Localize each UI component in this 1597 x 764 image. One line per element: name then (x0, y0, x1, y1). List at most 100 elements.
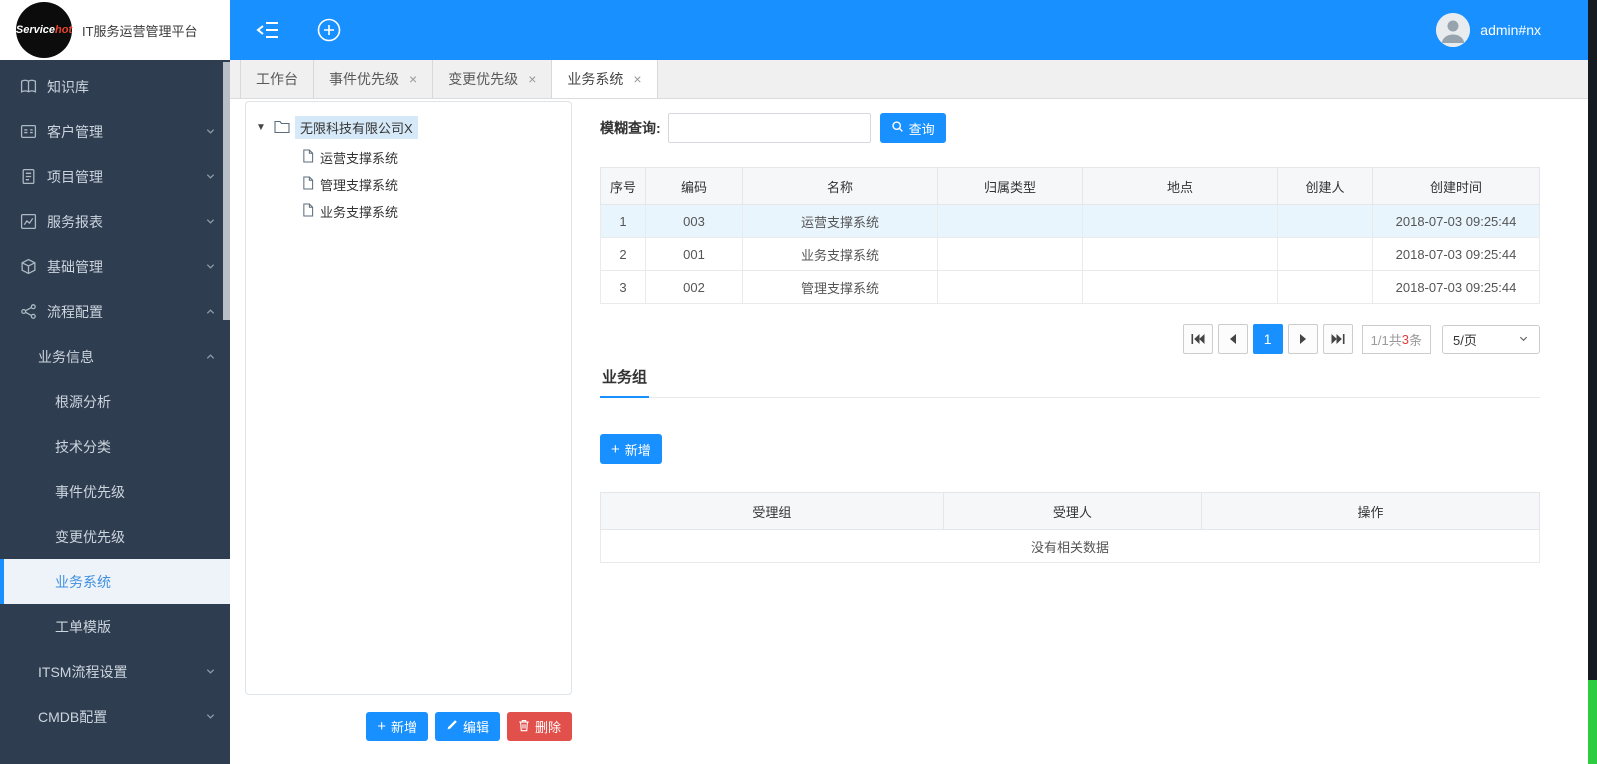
sidebar-item-label: 服务报表 (47, 212, 205, 232)
tree-root-node[interactable]: ▼ 无限科技有限公司X (256, 116, 561, 139)
plus-circle-icon[interactable] (316, 17, 342, 43)
column-header: 操作 (1201, 493, 1539, 530)
button-label: 新增 (391, 717, 417, 736)
cell: 2018-07-03 09:25:44 (1373, 205, 1540, 238)
section-title: 业务组 (600, 366, 649, 398)
sidebar-item-tech-category[interactable]: 技术分类 (0, 424, 230, 469)
scrollbar-thumb[interactable] (1588, 680, 1597, 764)
sidebar-item-knowledge-base[interactable]: 知识库 (0, 64, 230, 109)
cell: 2 (601, 238, 646, 271)
table-row[interactable]: 1 003 运营支撑系统 2018-07-03 09:25:44 (601, 205, 1540, 238)
sidebar-item-process-config[interactable]: 流程配置 (0, 289, 230, 334)
tree-column: ▼ 无限科技有限公司X 运营支撑系统 管理支撑系统 (230, 99, 587, 764)
sidebar-item-label: 工单模版 (55, 617, 216, 637)
sidebar-item-basic-management[interactable]: 基础管理 (0, 244, 230, 289)
tab-bar: 工作台 事件优先级 × 变更优先级 × 业务系统 × (230, 60, 1597, 99)
sidebar-item-change-priority[interactable]: 变更优先级 (0, 514, 230, 559)
cell: 2018-07-03 09:25:44 (1373, 271, 1540, 304)
main-area: admin#nx 工作台 事件优先级 × 变更优先级 × 业务系统 × (230, 0, 1597, 764)
chevron-down-icon (205, 261, 216, 272)
cell (938, 238, 1083, 271)
tab-incident-priority[interactable]: 事件优先级 × (314, 60, 433, 98)
sidebar-item-incident-priority[interactable]: 事件优先级 (0, 469, 230, 514)
tree-delete-button[interactable]: 删除 (507, 712, 572, 741)
button-label: 新增 (625, 440, 651, 459)
column-header: 受理组 (601, 493, 944, 530)
tab-close-icon[interactable]: × (528, 72, 536, 86)
sidebar-item-business-info[interactable]: 业务信息 (0, 334, 230, 379)
sidebar-item-service-report[interactable]: 服务报表 (0, 199, 230, 244)
sidebar-item-itsm-process[interactable]: ITSM流程设置 (0, 649, 230, 694)
chart-icon (20, 213, 37, 230)
caret-down-icon[interactable]: ▼ (256, 122, 269, 133)
sidebar-item-label: 根源分析 (55, 392, 216, 412)
tab-change-priority[interactable]: 变更优先级 × (433, 60, 552, 98)
sidebar-scrollbar[interactable] (223, 62, 230, 320)
project-icon (20, 168, 37, 185)
book-icon (20, 78, 37, 95)
tree-node-label: 业务支撑系统 (320, 202, 398, 221)
business-system-table: 序号 编码 名称 归属类型 地点 创建人 创建时间 1 003 (600, 167, 1540, 304)
tree-actions: + 新增 编辑 删除 (245, 712, 572, 741)
page-scrollbar[interactable] (1588, 0, 1597, 764)
sidebar-item-ticket-template[interactable]: 工单模版 (0, 604, 230, 649)
prev-page-button[interactable] (1218, 324, 1248, 354)
cell: 002 (646, 271, 743, 304)
tab-workbench[interactable]: 工作台 (240, 60, 314, 98)
sidebar-item-label: 基础管理 (47, 257, 205, 277)
next-page-button[interactable] (1288, 324, 1318, 354)
user-area: admin#nx (1436, 13, 1571, 47)
menu-collapse-icon[interactable] (256, 19, 280, 41)
table-row[interactable]: 2 001 业务支撑系统 2018-07-03 09:25:44 (601, 238, 1540, 271)
pagination-info-suffix: 条 (1409, 330, 1422, 349)
pagination-info-prefix: 1/1共 (1371, 330, 1402, 349)
fuzzy-search-input[interactable] (668, 113, 871, 143)
tab-business-system[interactable]: 业务系统 × (552, 60, 657, 98)
table-header-row: 受理组 受理人 操作 (601, 493, 1540, 530)
column-header: 创建时间 (1373, 168, 1540, 205)
table-row[interactable]: 3 002 管理支撑系统 2018-07-03 09:25:44 (601, 271, 1540, 304)
folder-icon (274, 119, 290, 136)
group-add-button[interactable]: + 新增 (600, 434, 662, 464)
tree-node[interactable]: 管理支撑系统 (302, 171, 561, 198)
trash-icon (518, 719, 530, 735)
sidebar-item-project-management[interactable]: 项目管理 (0, 154, 230, 199)
column-header: 创建人 (1278, 168, 1373, 205)
file-icon (302, 176, 314, 193)
tab-label: 业务系统 (567, 69, 623, 89)
search-row: 模糊查询: 查询 (600, 113, 1540, 143)
sidebar-item-label: 变更优先级 (55, 527, 216, 547)
tab-close-icon[interactable]: × (633, 72, 641, 86)
tree-node-label: 管理支撑系统 (320, 175, 398, 194)
cell: 003 (646, 205, 743, 238)
pencil-icon (446, 719, 458, 734)
app-root: Servicehot IT服务运营管理平台 知识库 客户管理 (0, 0, 1597, 764)
last-page-button[interactable] (1323, 324, 1353, 354)
tree-edit-button[interactable]: 编辑 (435, 712, 500, 741)
org-tree-panel: ▼ 无限科技有限公司X 运营支撑系统 管理支撑系统 (245, 101, 572, 695)
sidebar-item-root-cause-analysis[interactable]: 根源分析 (0, 379, 230, 424)
tree-node-label: 运营支撑系统 (320, 148, 398, 167)
logo-text: Servicehot (16, 24, 72, 36)
sidebar: Servicehot IT服务运营管理平台 知识库 客户管理 (0, 0, 230, 764)
tree-node[interactable]: 业务支撑系统 (302, 198, 561, 225)
first-page-button[interactable] (1183, 324, 1213, 354)
sidebar-item-business-system[interactable]: 业务系统 (0, 559, 230, 604)
tree-root-label[interactable]: 无限科技有限公司X (295, 116, 418, 139)
search-button[interactable]: 查询 (880, 113, 946, 143)
business-group-section-header: 业务组 (600, 366, 1540, 398)
sidebar-item-label: 流程配置 (47, 302, 205, 322)
page-size-select[interactable]: 5/页 (1442, 325, 1540, 354)
current-page-button[interactable]: 1 (1253, 324, 1283, 354)
tab-close-icon[interactable]: × (409, 72, 417, 86)
cell (1278, 205, 1373, 238)
sidebar-item-customer-management[interactable]: 客户管理 (0, 109, 230, 154)
cell: 管理支撑系统 (743, 271, 938, 304)
sidebar-item-label: 知识库 (47, 77, 216, 97)
file-icon (302, 149, 314, 166)
tab-label: 工作台 (256, 69, 298, 89)
tree-node[interactable]: 运营支撑系统 (302, 144, 561, 171)
tree-add-button[interactable]: + 新增 (366, 712, 428, 741)
sidebar-item-cmdb-config[interactable]: CMDB配置 (0, 694, 230, 739)
avatar[interactable] (1436, 13, 1470, 47)
